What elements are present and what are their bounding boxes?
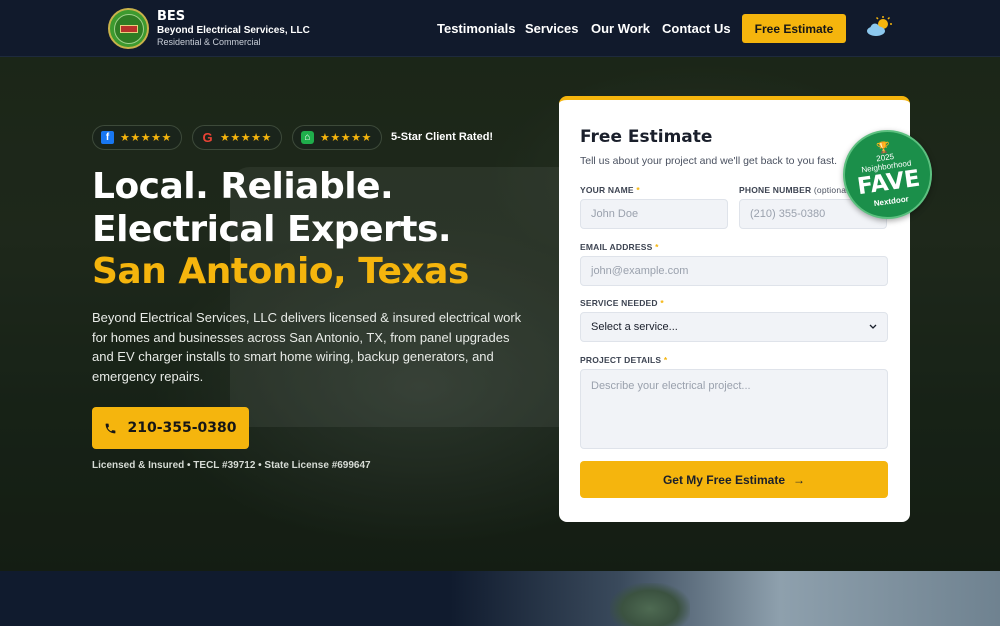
header-free-estimate-button[interactable]: Free Estimate (742, 14, 846, 43)
hero-section: f ★★★★★ G ★★★★★ ⌂ ★★★★★ 5-Star Client Ra… (0, 57, 1000, 571)
nav-services[interactable]: Services (525, 21, 579, 36)
hero-headline-location: San Antonio, Texas (92, 251, 469, 292)
service-selected-value: Select a service... (591, 321, 678, 333)
name-label: YOUR NAME * (580, 185, 640, 195)
submit-label: Get My Free Estimate (662, 472, 786, 487)
next-section-preview (0, 571, 1000, 626)
form-subtitle: Tell us about your project and we'll get… (580, 155, 838, 167)
name-input[interactable]: John Doe (580, 199, 728, 229)
nextdoor-rating-pill: ⌂ ★★★★★ (292, 125, 382, 150)
call-phone-button[interactable]: 210-355-0380 (92, 407, 249, 449)
hero-headline-line2: Electrical Experts. (92, 209, 452, 250)
phone-icon (106, 423, 116, 433)
phone-number: 210-355-0380 (127, 420, 237, 436)
brand-tagline: Residential & Commercial (157, 37, 261, 47)
logo-icon[interactable] (108, 8, 149, 49)
nav-our-work[interactable]: Our Work (591, 21, 650, 36)
arrow-right-icon: → (793, 472, 806, 487)
service-label: SERVICE NEEDED * (580, 298, 664, 308)
tree-image (610, 583, 690, 626)
rated-label: 5-Star Client Rated! (391, 131, 494, 143)
hero-headline-line1: Local. Reliable. (92, 166, 394, 207)
brand-block[interactable]: BES Beyond Electrical Services, LLC Resi… (157, 10, 310, 47)
badge-line2: FAVE (855, 165, 922, 200)
phone-label: PHONE NUMBER (optional) (739, 185, 852, 195)
facebook-icon: f (101, 131, 114, 144)
star-rating: ★★★★★ (120, 132, 172, 144)
star-rating: ★★★★★ (220, 132, 272, 144)
brand-full-name: Beyond Electrical Services, LLC (157, 25, 310, 36)
site-header: BES Beyond Electrical Services, LLC Resi… (0, 0, 1000, 57)
service-select[interactable]: Select a service... (580, 312, 888, 342)
star-rating: ★★★★★ (320, 132, 372, 144)
project-details-textarea[interactable]: Describe your electrical project... (580, 369, 888, 449)
nav-testimonials[interactable]: Testimonials (437, 21, 516, 36)
nextdoor-icon: ⌂ (301, 131, 314, 144)
chevron-down-icon (869, 324, 877, 329)
google-rating-pill: G ★★★★★ (192, 125, 282, 150)
submit-estimate-button[interactable]: Get My Free Estimate → (580, 461, 888, 498)
hero-description: Beyond Electrical Services, LLC delivers… (92, 310, 522, 384)
email-input[interactable]: john@example.com (580, 256, 888, 286)
google-icon: G (202, 130, 213, 145)
sun-cloud-icon[interactable] (866, 16, 892, 38)
nav-contact-us[interactable]: Contact Us (662, 21, 731, 36)
license-info: Licensed & Insured • TECL #39712 • State… (92, 460, 371, 471)
details-label: PROJECT DETAILS * (580, 355, 668, 365)
brand-short-name: BES (157, 9, 186, 24)
email-label: EMAIL ADDRESS * (580, 242, 659, 252)
form-title: Free Estimate (580, 127, 713, 147)
facebook-rating-pill: f ★★★★★ (92, 125, 182, 150)
